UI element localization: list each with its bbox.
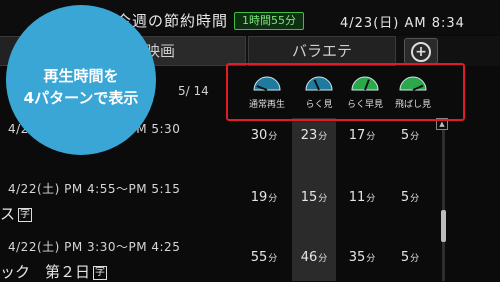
playback-time-cell[interactable]: 5分 <box>390 128 430 143</box>
playback-time-cell[interactable]: 30分 <box>244 128 284 143</box>
page-indicator: 5/ 14 <box>178 84 209 98</box>
minutes-unit: 分 <box>410 194 420 204</box>
speed-mode-label: 通常再生 <box>248 100 285 110</box>
playback-time-value: 46 <box>300 250 318 265</box>
minutes-unit: 分 <box>410 132 420 142</box>
callout-line-2: 4パターンで表示 <box>23 89 139 107</box>
minutes-unit: 分 <box>366 132 376 142</box>
saved-time-badge: 1時間55分 <box>234 12 304 30</box>
plus-icon: + <box>411 42 431 62</box>
playback-time-cell[interactable]: 35分 <box>342 250 382 265</box>
minutes-unit: 分 <box>268 132 278 142</box>
playback-time-value: 17 <box>348 128 366 143</box>
speed-mode-3[interactable]: らく早見 <box>343 72 387 110</box>
tab-variety[interactable]: バラエテ <box>248 36 396 66</box>
minutes-unit: 分 <box>318 194 328 204</box>
playback-time-cell[interactable]: 15分 <box>294 190 334 205</box>
playback-time-cell[interactable]: 5分 <box>390 190 430 205</box>
row-3-title-text: ック 第２日 <box>0 263 91 281</box>
playback-time-value: 15 <box>300 190 318 205</box>
playback-time-cell[interactable]: 19分 <box>244 190 284 205</box>
subtitle-badge: 字 <box>18 207 33 222</box>
playback-time-cell[interactable]: 46分 <box>294 250 334 265</box>
playback-time-value: 55 <box>250 250 268 265</box>
minutes-unit: 分 <box>268 254 278 264</box>
playback-time-cell[interactable]: 17分 <box>342 128 382 143</box>
playback-time-value: 19 <box>250 190 268 205</box>
playback-time-value: 23 <box>300 128 318 143</box>
playback-time-value: 5 <box>400 250 410 265</box>
subtitle-badge: 字 <box>93 265 108 280</box>
playback-time-value: 35 <box>348 250 366 265</box>
gauge-raku-icon <box>305 76 333 91</box>
playback-time-cell[interactable]: 11分 <box>342 190 382 205</box>
playback-time-value: 5 <box>400 128 410 143</box>
row-3-datetime: 4/22(土) PM 3:30～PM 4:25 <box>8 240 181 254</box>
scrollbar-thumb[interactable] <box>441 210 446 242</box>
gauge-tobashi-icon <box>399 76 427 91</box>
speed-mode-label: らく早見 <box>346 100 383 110</box>
speed-mode-1[interactable]: 通常再生 <box>245 72 289 110</box>
minutes-unit: 分 <box>366 194 376 204</box>
minutes-unit: 分 <box>268 194 278 204</box>
minutes-unit: 分 <box>410 254 420 264</box>
minutes-unit: 分 <box>318 254 328 264</box>
minutes-unit: 分 <box>318 132 328 142</box>
current-datetime: 4/23(日) AM 8:34 <box>340 16 465 31</box>
playback-time-value: 11 <box>348 190 366 205</box>
playback-time-cell[interactable]: 55分 <box>244 250 284 265</box>
gauge-normal-icon <box>253 76 281 91</box>
callout-line-1: 再生時間を <box>43 67 119 85</box>
add-tab-button[interactable]: + <box>404 38 438 64</box>
playback-time-value: 30 <box>250 128 268 143</box>
scrollbar-track[interactable] <box>442 130 445 281</box>
speed-mode-label: 飛ばし見 <box>394 100 431 110</box>
gauge-rakuhaya-icon <box>351 76 379 91</box>
speed-mode-4[interactable]: 飛ばし見 <box>391 72 435 110</box>
playback-time-value: 5 <box>400 190 410 205</box>
row-3-title[interactable]: ック 第２日字 <box>0 261 108 282</box>
playback-time-cell[interactable]: 5分 <box>390 250 430 265</box>
speed-mode-label: らく見 <box>305 100 333 110</box>
feature-callout-bubble: 再生時間を 4パターンで表示 <box>6 5 156 155</box>
minutes-unit: 分 <box>366 254 376 264</box>
speed-mode-2[interactable]: らく見 <box>297 72 341 110</box>
row-2-datetime: 4/22(土) PM 4:55～PM 5:15 <box>8 182 181 196</box>
row-2-title-text: ス <box>0 205 16 223</box>
row-2-title[interactable]: ス字 <box>0 203 33 224</box>
playback-time-cell[interactable]: 23分 <box>294 128 334 143</box>
